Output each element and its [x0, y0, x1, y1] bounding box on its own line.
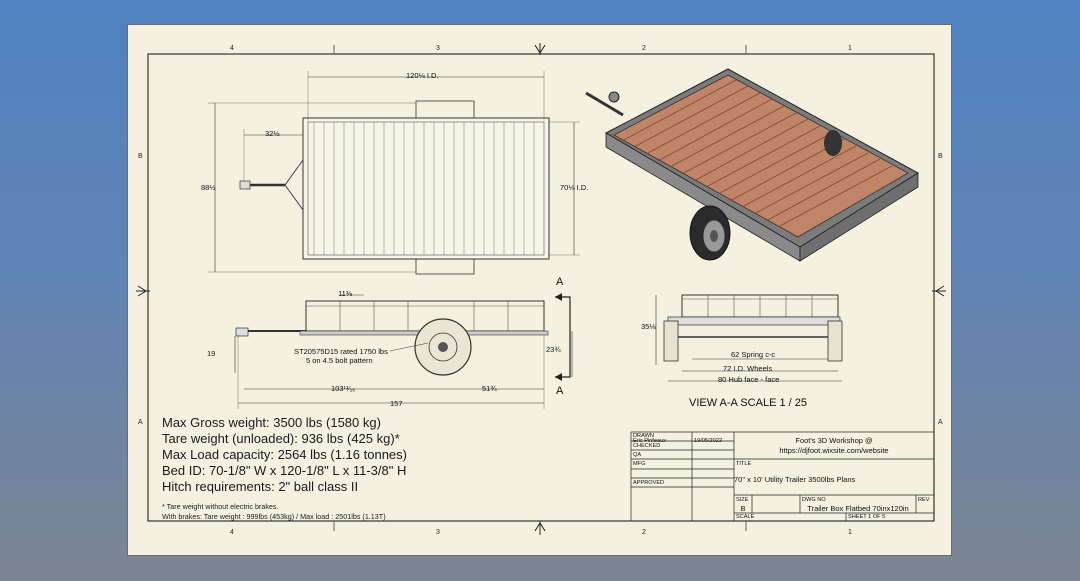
axle-note-2: 5 on 4.5 bolt pattern: [306, 356, 373, 365]
spec-notes: Max Gross weight: 3500 lbs (1580 kg) Tar…: [162, 415, 407, 521]
tb-dwg-no: Trailer Box Flatbed 70inx120in: [807, 504, 909, 513]
zone-bottom-1: 1: [848, 529, 852, 536]
dim-hub-face: 80 Hub face - face: [718, 375, 780, 384]
dim-tongue-offset: 32½: [265, 129, 280, 138]
tb-size-label: SIZE: [736, 497, 749, 503]
tb-drawn-date: 19/05/2022: [694, 438, 722, 444]
axle-note-1: ST20575D15 rated 1750 lbs: [294, 347, 388, 356]
zone-bottom-3: 3: [436, 529, 440, 536]
zone-top-2: 2: [642, 45, 646, 52]
dim-side-height: 11⅜: [338, 289, 353, 298]
dim-overall-width: 88½: [201, 183, 216, 192]
dim-length-id: 120⅛ I.D.: [406, 71, 439, 80]
zone-right-b: B: [938, 153, 943, 160]
tb-qa-label: QA: [633, 452, 642, 458]
spec-tare: Tare weight (unloaded): 936 lbs (425 kg)…: [162, 431, 400, 446]
zone-top-3: 3: [436, 45, 440, 52]
spec-footnote-1: * Tare weight without electric brakes.: [162, 502, 279, 511]
dim-spring-cc: 62 Spring c-c: [731, 350, 776, 359]
zone-top-4: 4: [230, 45, 234, 52]
zone-bottom-4: 4: [230, 529, 234, 536]
drawing-sheet: 4 3 2 1 4 3 2 1 B A B A 120⅛ I.D. 32½ 88…: [127, 24, 952, 556]
spec-max-gross: Max Gross weight: 3500 lbs (1580 kg): [162, 415, 381, 430]
isometric-view: [585, 68, 919, 262]
tb-scale-label: SCALE: [736, 514, 755, 520]
tb-checked-label: CHECKED: [633, 443, 661, 449]
dim-width-id: 70⅛ I.D.: [560, 183, 589, 192]
tb-mfg-label: MFG: [633, 461, 646, 467]
zone-top-1: 1: [848, 45, 852, 52]
zone-left-b: B: [138, 153, 143, 160]
tb-title: 70" x 10' Utility Trailer 3500lbs Plans: [734, 475, 856, 484]
tb-size: B: [740, 504, 746, 513]
spec-max-load: Max Load capacity: 2564 lbs (1.16 tonnes…: [162, 447, 407, 462]
dim-hitch-height: 19: [207, 349, 216, 358]
dim-axle-position: 103¹¹⁄₁₆: [331, 384, 356, 393]
zone-right-a: A: [938, 419, 943, 426]
tb-sheet: SHEET 1 OF 5: [848, 514, 886, 520]
dim-wheels-id: 72 I.D. Wheels: [723, 364, 773, 373]
section-marker-bottom: A: [556, 385, 564, 397]
dim-deck-height: 23¾: [546, 345, 561, 354]
zone-left-a: A: [138, 419, 143, 426]
spec-bed-id: Bed ID: 70-1/8" W x 120-1/8" L x 11-3/8"…: [162, 463, 407, 478]
side-view: [234, 293, 573, 409]
section-marker-top: A: [556, 276, 564, 288]
dim-end-height: 35⅛: [641, 322, 656, 331]
dim-axle-rear: 51¾: [482, 384, 497, 393]
top-view: [208, 71, 580, 275]
tb-approved-label: APPROVED: [633, 480, 665, 486]
zone-bottom-2: 2: [642, 529, 646, 536]
spec-footnote-2: With brakes: Tare weight : 999lbs (453kg…: [162, 511, 386, 521]
tb-dwg-label: DWG NO: [802, 497, 826, 503]
view-label: VIEW A-A SCALE 1 / 25: [689, 397, 807, 409]
dim-overall-length: 157: [390, 399, 403, 408]
tb-rev-label: REV: [918, 497, 930, 503]
tb-title-label: TITLE: [736, 461, 752, 467]
spec-hitch: Hitch requirements: 2" ball class II: [162, 479, 359, 494]
tb-website: https://djfoot.wixsite.com/website: [779, 446, 889, 455]
tb-company: Foot's 3D Workshop @: [795, 436, 873, 445]
